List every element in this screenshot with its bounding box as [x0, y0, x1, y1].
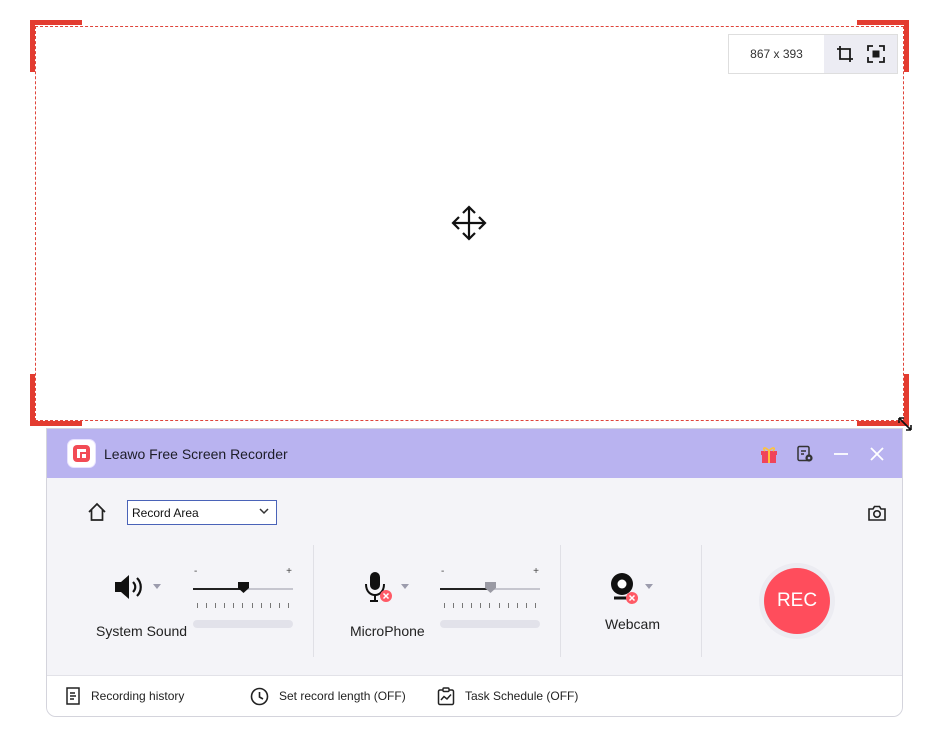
microphone-dropdown[interactable]: [401, 584, 409, 589]
task-schedule-link[interactable]: Task Schedule (OFF): [437, 686, 579, 706]
record-button[interactable]: REC: [759, 563, 835, 639]
slider-tick: [516, 603, 518, 608]
divider: [313, 545, 314, 657]
gift-icon[interactable]: [758, 443, 780, 465]
slider-tick: [260, 603, 262, 608]
close-icon[interactable]: [866, 443, 888, 465]
crop-icon[interactable]: [834, 43, 856, 65]
settings-icon[interactable]: [794, 443, 816, 465]
corner-handle-top-left[interactable]: [30, 20, 82, 25]
system-sound-level-meter: [193, 620, 293, 628]
region-size-toolbar: 867 x 393: [728, 34, 898, 74]
task-schedule-label: Task Schedule (OFF): [465, 689, 579, 703]
microphone-volume-slider[interactable]: - +: [440, 566, 540, 628]
title-bar[interactable]: Leawo Free Screen Recorder: [47, 429, 902, 478]
slider-tick: [197, 603, 198, 608]
record-button-label: REC: [764, 568, 830, 634]
corner-handle-bottom-left[interactable]: [30, 421, 82, 426]
region-size-label: 867 x 393: [750, 47, 803, 61]
corner-handle-top-right-vertical[interactable]: [904, 20, 909, 72]
volume-max-label: +: [533, 566, 539, 577]
record-mode-value: Record Area: [132, 505, 199, 520]
slider-tick: [233, 603, 235, 608]
slider-tick: [534, 603, 536, 608]
record-mode-select[interactable]: Record Area: [127, 500, 277, 525]
slider-tick: [278, 603, 280, 608]
slider-tick: [525, 603, 527, 608]
webcam-dropdown[interactable]: [645, 584, 653, 589]
microphone-icon[interactable]: [363, 571, 393, 610]
set-record-length-link[interactable]: Set record length (OFF): [250, 687, 406, 706]
clock-icon: [250, 687, 269, 705]
slider-tick: [462, 603, 464, 608]
footer-bar: Recording history Set record length (OFF…: [47, 675, 902, 716]
recording-history-link[interactable]: Recording history: [65, 687, 184, 705]
slider-tick: [471, 603, 473, 608]
microphone-label: MicroPhone: [350, 623, 425, 639]
slider-tick: [206, 603, 208, 608]
slider-tick: [224, 603, 226, 608]
recording-history-label: Recording history: [91, 689, 185, 703]
slider-tick: [453, 603, 455, 608]
webcam-label: Webcam: [605, 616, 660, 632]
slider-tick: [251, 603, 253, 608]
slider-tick: [287, 603, 289, 608]
slider-tick: [498, 603, 500, 608]
volume-max-label: +: [286, 566, 292, 577]
schedule-icon: [437, 686, 455, 705]
system-sound-dropdown[interactable]: [153, 584, 161, 589]
set-record-length-label: Set record length (OFF): [279, 689, 406, 703]
history-list-icon: [66, 687, 80, 705]
app-title: Leawo Free Screen Recorder: [104, 445, 288, 462]
system-sound-label: System Sound: [96, 623, 188, 639]
minimize-icon[interactable]: [830, 443, 852, 465]
webcam-icon[interactable]: [609, 572, 641, 611]
app-logo-icon: [68, 440, 95, 467]
fullscreen-icon[interactable]: [865, 43, 887, 65]
screenshot-camera-icon[interactable]: [866, 502, 888, 524]
slider-track[interactable]: [193, 582, 293, 593]
system-sound-volume-slider[interactable]: - +: [193, 566, 293, 628]
slider-tick: [242, 603, 244, 608]
microphone-level-meter: [440, 620, 540, 628]
slider-tick: [507, 603, 509, 608]
corner-handle-top-right[interactable]: [857, 20, 909, 25]
slider-tick: [480, 603, 482, 608]
slider-ticks: [197, 603, 289, 609]
slider-track[interactable]: [440, 582, 540, 593]
slider-fill: [193, 588, 243, 590]
divider: [701, 545, 702, 657]
home-icon[interactable]: [86, 501, 108, 523]
volume-min-label: -: [194, 566, 198, 577]
slider-tick: [489, 603, 491, 608]
corner-handle-top-left-vertical[interactable]: [30, 20, 35, 72]
divider: [560, 545, 561, 657]
chevron-down-icon: [258, 505, 270, 520]
speaker-icon[interactable]: [113, 573, 147, 606]
slider-thumb[interactable]: [237, 582, 249, 593]
slider-fill: [440, 588, 490, 590]
corner-handle-bottom-left-vertical[interactable]: [30, 374, 35, 426]
recorder-window: Leawo Free Screen Recorder Record Area S…: [46, 428, 903, 717]
volume-min-label: -: [441, 566, 445, 577]
slider-tick: [215, 603, 217, 608]
slider-tick: [269, 603, 271, 608]
slider-tick: [444, 603, 445, 608]
slider-ticks: [444, 603, 536, 609]
move-cursor-icon: [450, 204, 488, 242]
slider-thumb[interactable]: [484, 582, 496, 593]
